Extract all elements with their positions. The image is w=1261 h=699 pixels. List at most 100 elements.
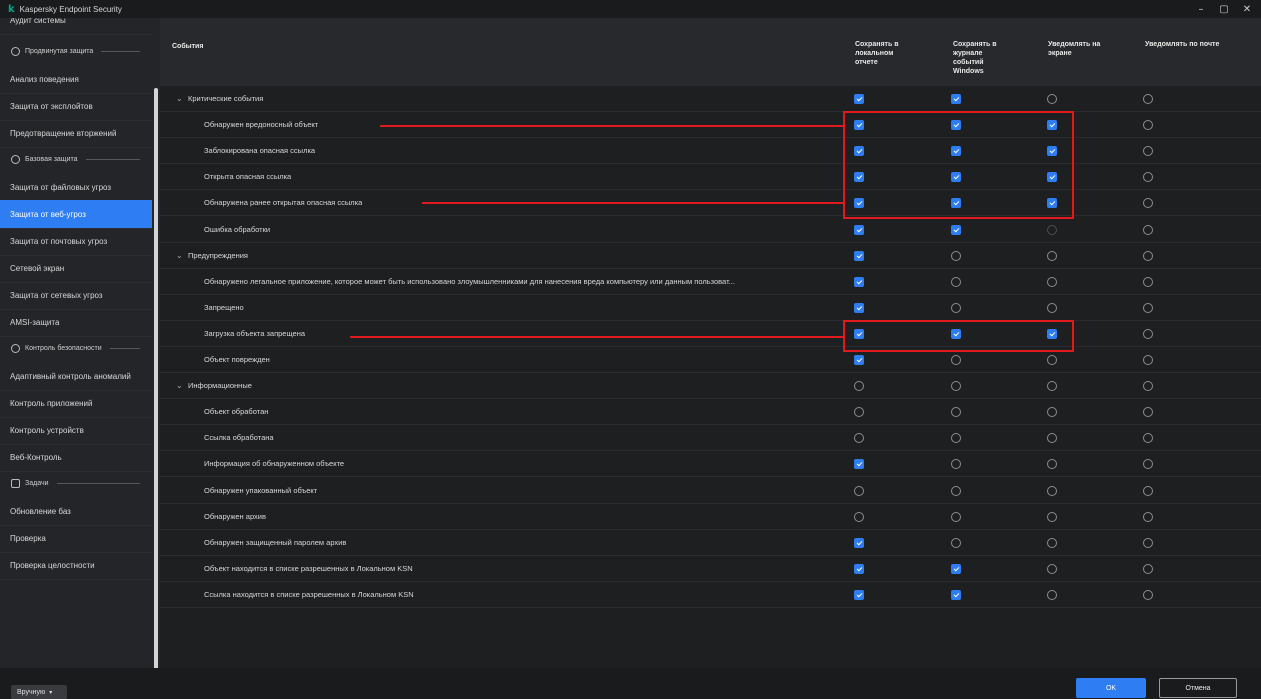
chevron-down-icon[interactable]: ⌄ (176, 243, 183, 268)
event-checkbox[interactable] (951, 250, 961, 261)
sidebar-scrollbar[interactable] (154, 88, 158, 668)
table-row[interactable]: Объект находится в списке разрешенных в … (160, 556, 1261, 582)
event-checkbox[interactable] (1047, 433, 1057, 444)
event-checkbox[interactable] (1143, 146, 1153, 157)
event-checkbox[interactable] (1143, 224, 1153, 235)
table-row[interactable]: Обнаружен защищенный паролем архив (160, 530, 1261, 556)
table-row[interactable]: Информация об обнаруженном объекте (160, 451, 1261, 478)
sidebar-item[interactable]: Защита от веб-угроз (0, 200, 152, 229)
sidebar-item[interactable]: Адаптивный контроль аномалий (0, 362, 152, 391)
table-row[interactable]: Обнаружен упакованный объект (160, 478, 1261, 504)
cancel-button[interactable]: Отмена (1159, 678, 1237, 698)
event-checkbox[interactable] (1143, 302, 1153, 313)
event-checkbox[interactable] (1143, 589, 1153, 600)
event-checkbox[interactable] (1143, 485, 1153, 496)
event-checkbox[interactable] (854, 381, 864, 392)
table-group-row[interactable]: ⌄ Предупреждения (160, 243, 1261, 269)
event-checkbox[interactable] (1047, 276, 1057, 287)
sidebar-item[interactable]: Анализ поведения (0, 65, 152, 94)
event-checkbox[interactable] (1143, 120, 1153, 131)
mode-select[interactable]: Вручную ▾ (11, 685, 67, 699)
event-checkbox[interactable] (1047, 537, 1057, 548)
event-checkbox[interactable] (1143, 459, 1153, 470)
sidebar-item[interactable]: Контроль устройств (0, 416, 152, 445)
ok-button[interactable]: OK (1076, 678, 1146, 698)
event-checkbox[interactable] (1143, 433, 1153, 444)
event-checkbox[interactable] (854, 302, 864, 313)
sidebar-item[interactable]: Проверка целостности (0, 551, 152, 580)
event-checkbox[interactable] (1047, 355, 1057, 365)
event-checkbox[interactable] (1047, 302, 1057, 313)
event-checkbox[interactable] (951, 433, 961, 444)
sidebar-item[interactable]: Проверка (0, 524, 152, 553)
table-group-row[interactable]: ⌄ Информационные (160, 373, 1261, 400)
maximize-button[interactable]: ▢ (1213, 0, 1235, 18)
event-checkbox[interactable] (951, 407, 961, 418)
event-checkbox[interactable] (951, 511, 961, 522)
event-checkbox[interactable] (1143, 94, 1153, 104)
event-checkbox[interactable] (1143, 276, 1153, 287)
event-checkbox[interactable] (854, 224, 864, 235)
table-row[interactable]: Открыта опасная ссылка (160, 164, 1261, 191)
sidebar-item[interactable]: Аудит системы (0, 18, 152, 35)
event-checkbox[interactable] (951, 302, 961, 313)
event-checkbox[interactable] (1143, 355, 1153, 365)
event-checkbox[interactable] (951, 485, 961, 496)
sidebar-item[interactable]: Сетевой экран (0, 254, 152, 283)
column-header-windows-log[interactable]: Сохранять в журнале событий Windows (953, 40, 1009, 76)
sidebar-item[interactable]: Предотвращение вторжений (0, 119, 152, 148)
event-checkbox[interactable] (854, 459, 864, 470)
event-checkbox[interactable] (951, 563, 961, 574)
sidebar-item[interactable]: Обновление баз (0, 497, 152, 526)
event-checkbox[interactable] (1047, 563, 1057, 574)
event-checkbox[interactable] (1047, 407, 1057, 418)
event-checkbox[interactable] (951, 589, 961, 600)
sidebar-item[interactable]: Защита от эксплойтов (0, 92, 152, 121)
event-checkbox[interactable] (1047, 459, 1057, 470)
chevron-down-icon[interactable]: ⌄ (176, 86, 183, 111)
sidebar-item[interactable]: Веб-Контроль (0, 443, 152, 472)
table-row[interactable]: Заблокирована опасная ссылка (160, 138, 1261, 165)
event-checkbox[interactable] (1143, 328, 1153, 339)
event-checkbox[interactable] (854, 589, 864, 600)
table-row[interactable]: Запрещено (160, 295, 1261, 321)
column-header-local-report[interactable]: Сохранять в локальном отчете (855, 40, 917, 67)
event-checkbox[interactable] (951, 224, 961, 235)
column-header-notify-email[interactable]: Уведомлять по почте (1145, 40, 1255, 49)
table-row[interactable]: Объект поврежден (160, 347, 1261, 373)
sidebar-item[interactable]: Контроль приложений (0, 389, 152, 418)
table-row[interactable]: Объект обработан (160, 399, 1261, 426)
close-button[interactable]: ✕ (1236, 0, 1258, 18)
event-checkbox[interactable] (854, 250, 864, 261)
table-row[interactable]: Обнаружено легальное приложение, которое… (160, 269, 1261, 295)
event-checkbox[interactable] (951, 276, 961, 287)
event-checkbox[interactable] (854, 407, 864, 418)
column-header-events[interactable]: События (172, 42, 203, 51)
event-checkbox[interactable] (854, 511, 864, 522)
event-checkbox[interactable] (1047, 250, 1057, 261)
event-checkbox[interactable] (854, 433, 864, 444)
event-checkbox[interactable] (854, 355, 864, 365)
event-checkbox[interactable] (854, 563, 864, 574)
table-row[interactable]: Обнаружен архив (160, 504, 1261, 530)
column-header-notify-screen[interactable]: Уведомлять на экране (1048, 40, 1120, 58)
event-checkbox[interactable] (1143, 511, 1153, 522)
event-checkbox[interactable] (854, 94, 864, 104)
event-checkbox[interactable] (1047, 589, 1057, 600)
event-checkbox[interactable] (1143, 250, 1153, 261)
event-checkbox[interactable] (854, 537, 864, 548)
table-row[interactable]: Ошибка обработки (160, 217, 1261, 243)
event-checkbox[interactable] (1143, 198, 1153, 209)
event-checkbox[interactable] (951, 381, 961, 392)
event-checkbox[interactable] (1047, 94, 1057, 104)
table-row[interactable]: Ссылка обработана (160, 425, 1261, 452)
event-checkbox[interactable] (951, 94, 961, 104)
table-row[interactable]: Загрузка объекта запрещена (160, 321, 1261, 347)
event-checkbox[interactable] (1143, 172, 1153, 183)
sidebar-item[interactable]: Защита от почтовых угроз (0, 227, 152, 256)
chevron-down-icon[interactable]: ⌄ (176, 373, 183, 398)
sidebar-item[interactable]: Защита от сетевых угроз (0, 281, 152, 310)
minimize-button[interactable]: – (1190, 0, 1212, 18)
event-checkbox[interactable] (854, 276, 864, 287)
event-checkbox[interactable] (854, 485, 864, 496)
